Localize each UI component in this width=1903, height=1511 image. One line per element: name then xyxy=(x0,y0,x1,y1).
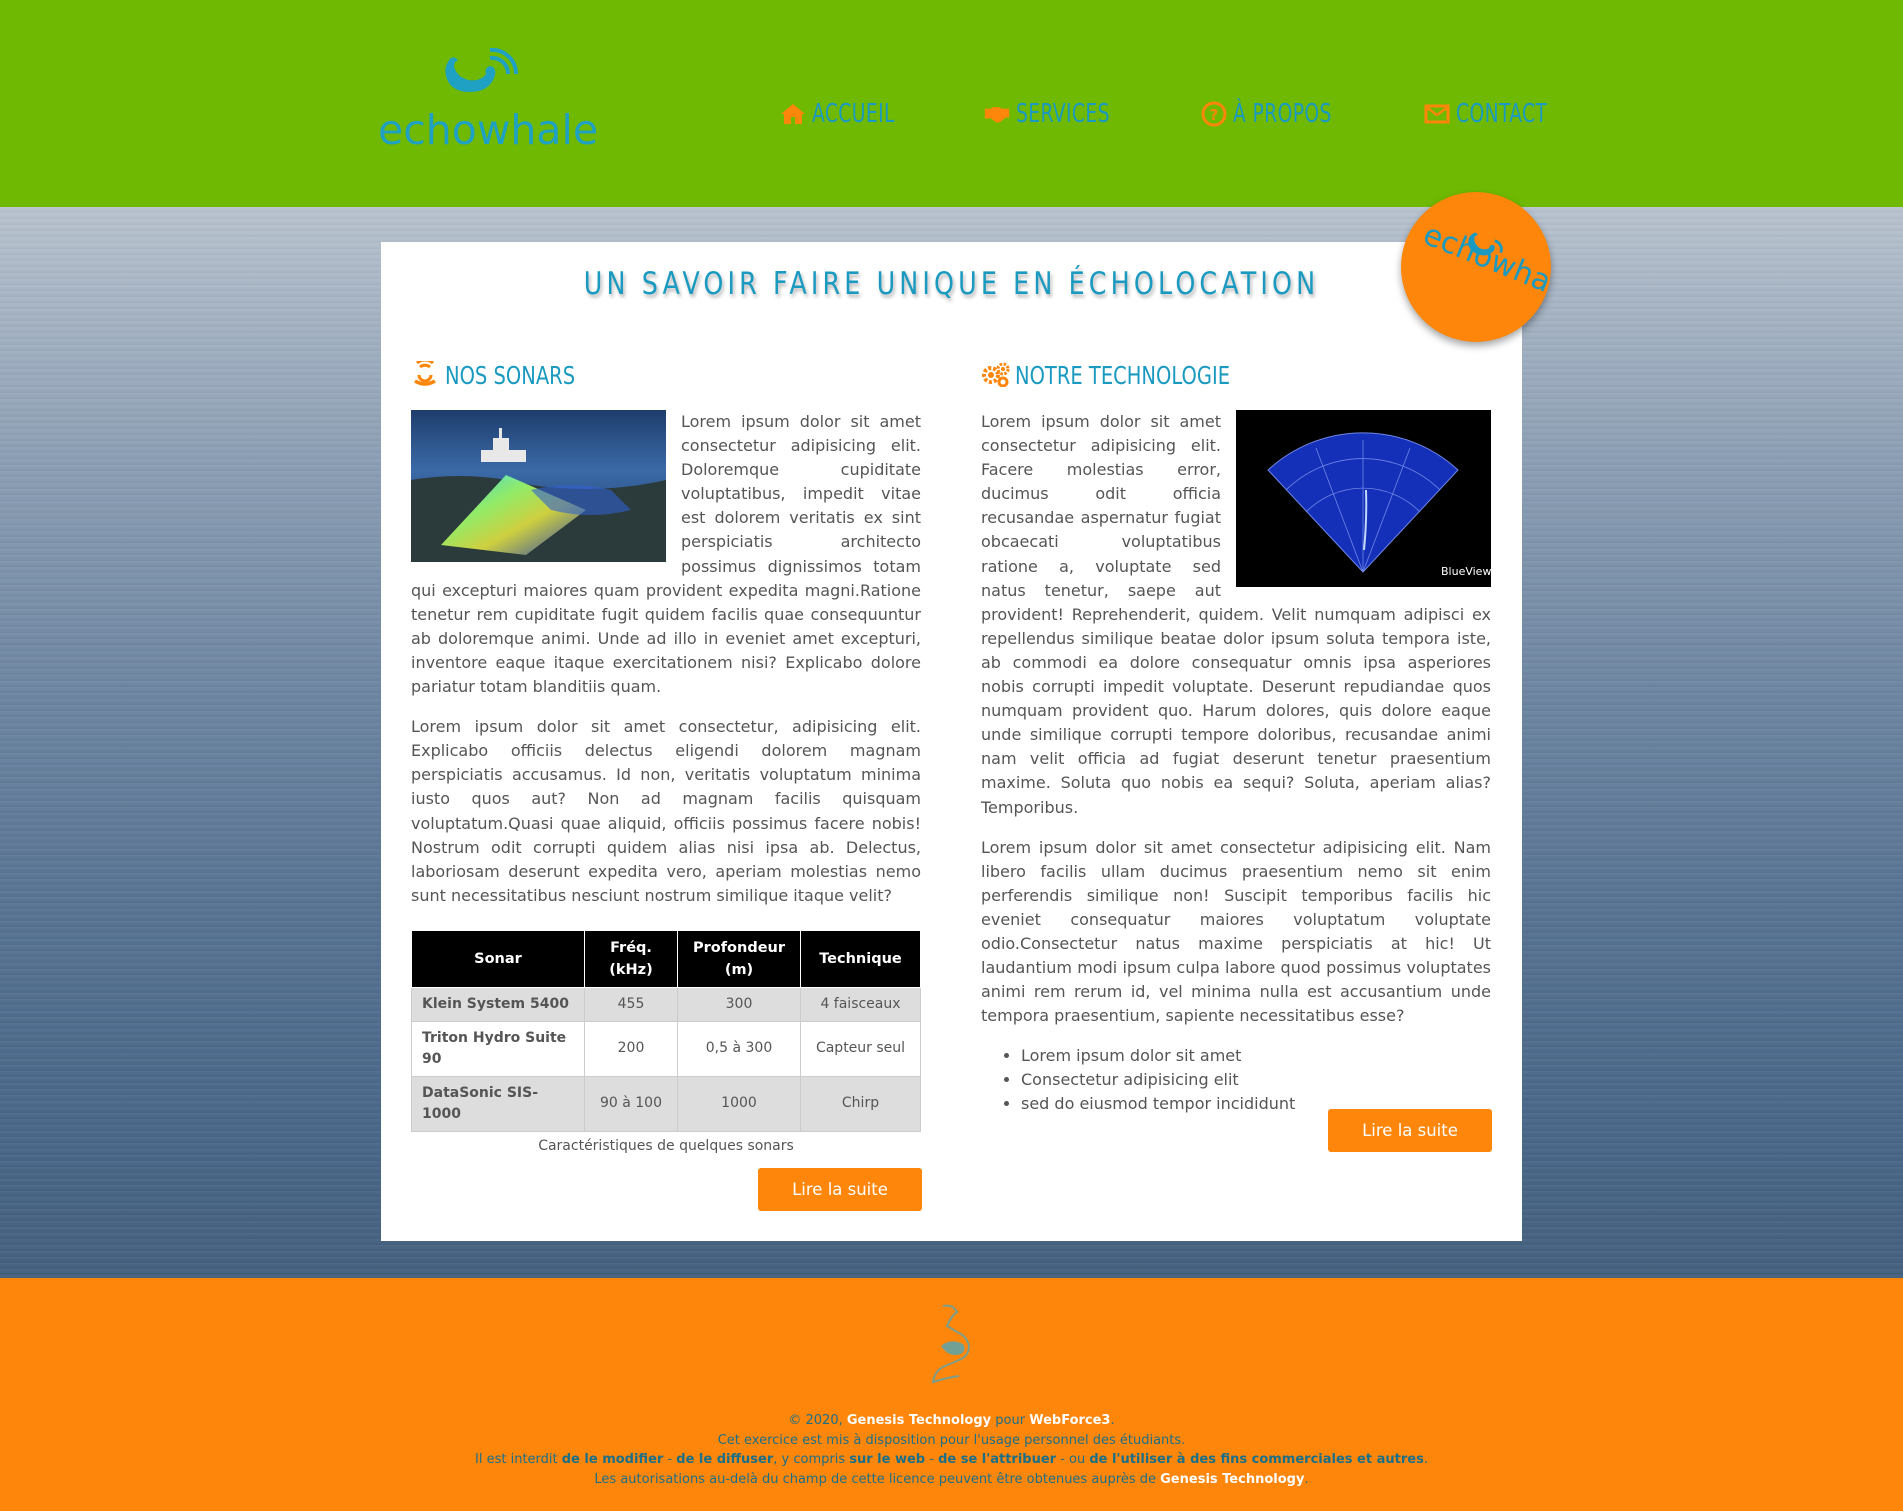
nav-label: ACCUEIL xyxy=(812,99,895,129)
table-row: DataSonic SIS-1000 90 à 100 1000 Chirp xyxy=(411,1075,921,1132)
main-card: UN SAVOIR FAIRE UNIQUE EN ÉCHOLOCATION N… xyxy=(381,242,1522,1241)
table-cell: 200 xyxy=(584,1020,678,1077)
site-footer: © 2020, Genesis Technology pour WebForce… xyxy=(0,1278,1903,1511)
table-cell: DataSonic SIS-1000 xyxy=(411,1075,585,1132)
table-caption: Caractéristiques de quelques sonars xyxy=(538,1137,794,1154)
echowhale-badge: echowhale xyxy=(1401,192,1551,342)
table-cell: 90 à 100 xyxy=(584,1075,678,1132)
table-cell: Chirp xyxy=(800,1075,921,1132)
table-cell: 1000 xyxy=(677,1075,801,1132)
webforce3-link[interactable]: WebForce3 xyxy=(1029,1413,1110,1428)
whale-logo-icon xyxy=(445,48,519,92)
question-circle-icon: ? xyxy=(1201,101,1227,127)
sonar-survey-image xyxy=(411,410,666,562)
table-header-cell: Fréq. (kHz) xyxy=(584,929,678,988)
read-more-button-sonars[interactable]: Lire la suite xyxy=(758,1168,922,1211)
technology-paragraph-2: Lorem ipsum dolor sit amet consectetur a… xyxy=(981,837,1491,1026)
nav-label: CONTACT xyxy=(1456,99,1548,129)
sonar-waves-icon xyxy=(411,358,439,389)
nav-item-contact[interactable]: CONTACT xyxy=(1424,94,1570,134)
nav-label: À PROPOS xyxy=(1232,99,1332,129)
table-header-cell: Sonar xyxy=(411,929,585,988)
nav-label: SERVICES xyxy=(1015,99,1110,129)
sonars-column: NOS SONARS Lorem ipsum dolor sit amet co… xyxy=(411,357,921,1154)
list-item: Consectetur adipisicing elit xyxy=(1021,1068,1491,1092)
table-cell: Klein System 5400 xyxy=(411,986,585,1022)
nav-item-accueil[interactable]: ACCUEIL xyxy=(780,94,916,134)
section-title: NOS SONARS xyxy=(445,360,576,390)
table-cell: 4 faisceaux xyxy=(800,986,921,1022)
svg-text:?: ? xyxy=(1210,106,1219,124)
section-title: NOTRE TECHNOLOGIE xyxy=(1015,360,1231,390)
footer-logo-icon xyxy=(931,1304,971,1384)
page-title: UN SAVOIR FAIRE UNIQUE EN ÉCHOLOCATION xyxy=(583,266,1320,302)
table-cell: 455 xyxy=(584,986,678,1022)
footer-line-2: Cet exercice est mis à disposition pour … xyxy=(717,1432,1186,1448)
sonar-specs-table: Sonar Fréq. (kHz) Profondeur (m) Techniq… xyxy=(411,929,921,1132)
main-nav: ACCUEIL SERVICES ? À PROPOS CONTACT xyxy=(780,94,1639,134)
section-heading-sonars: NOS SONARS xyxy=(411,357,921,393)
sonars-paragraph-2: Lorem ipsum dolor sit amet consectetur, … xyxy=(411,717,921,905)
table-row: Klein System 5400 455 300 4 faisceaux xyxy=(411,986,921,1022)
table-header-cell: Technique xyxy=(800,929,921,988)
technology-column: NOTRE TECHNOLOGIE BlueView Lorem ipsum d… xyxy=(981,357,1491,1116)
sonar-scan-image: BlueView xyxy=(1236,410,1491,587)
table-cell: Capteur seul xyxy=(800,1020,921,1077)
handshake-icon xyxy=(984,101,1010,127)
table-cell: 300 xyxy=(677,986,801,1022)
genesis-link[interactable]: Genesis Technology xyxy=(1160,1472,1304,1487)
table-cell: 0,5 à 300 xyxy=(677,1020,801,1077)
nav-item-a-propos[interactable]: ? À PROPOS xyxy=(1201,94,1357,134)
footer-line-1: © 2020, Genesis Technology pour WebForce… xyxy=(788,1413,1115,1428)
home-icon xyxy=(780,101,806,127)
feature-list: Lorem ipsum dolor sit amet Consectetur a… xyxy=(981,1044,1491,1116)
table-cell: Triton Hydro Suite 90 xyxy=(411,1020,585,1077)
site-logo[interactable]: echowhale xyxy=(378,48,598,158)
genesis-link[interactable]: Genesis Technology xyxy=(847,1413,991,1428)
section-heading-technology: NOTRE TECHNOLOGIE xyxy=(981,357,1491,393)
table-row: Triton Hydro Suite 90 200 0,5 à 300 Capt… xyxy=(411,1020,921,1077)
list-item: Lorem ipsum dolor sit amet xyxy=(1021,1044,1491,1068)
logo-text: echowhale xyxy=(378,106,599,154)
table-header-row: Sonar Fréq. (kHz) Profondeur (m) Techniq… xyxy=(411,929,921,988)
gears-icon xyxy=(981,361,1010,389)
table-header-cell: Profondeur (m) xyxy=(677,929,801,988)
site-header: echowhale ACCUEIL SERVICES ? À PROPOS CO… xyxy=(0,0,1903,207)
nav-item-services[interactable]: SERVICES xyxy=(984,94,1133,134)
footer-copyright: © 2020, Genesis Technology pour WebForce… xyxy=(0,1411,1903,1489)
footer-line-3: Il est interdit de le modifier - de le d… xyxy=(475,1452,1428,1467)
footer-line-4: Les autorisations au-delà du champ de ce… xyxy=(594,1471,1309,1487)
read-more-button-technology[interactable]: Lire la suite xyxy=(1328,1109,1492,1152)
envelope-icon xyxy=(1424,101,1450,127)
image-watermark: BlueView xyxy=(1441,565,1491,578)
